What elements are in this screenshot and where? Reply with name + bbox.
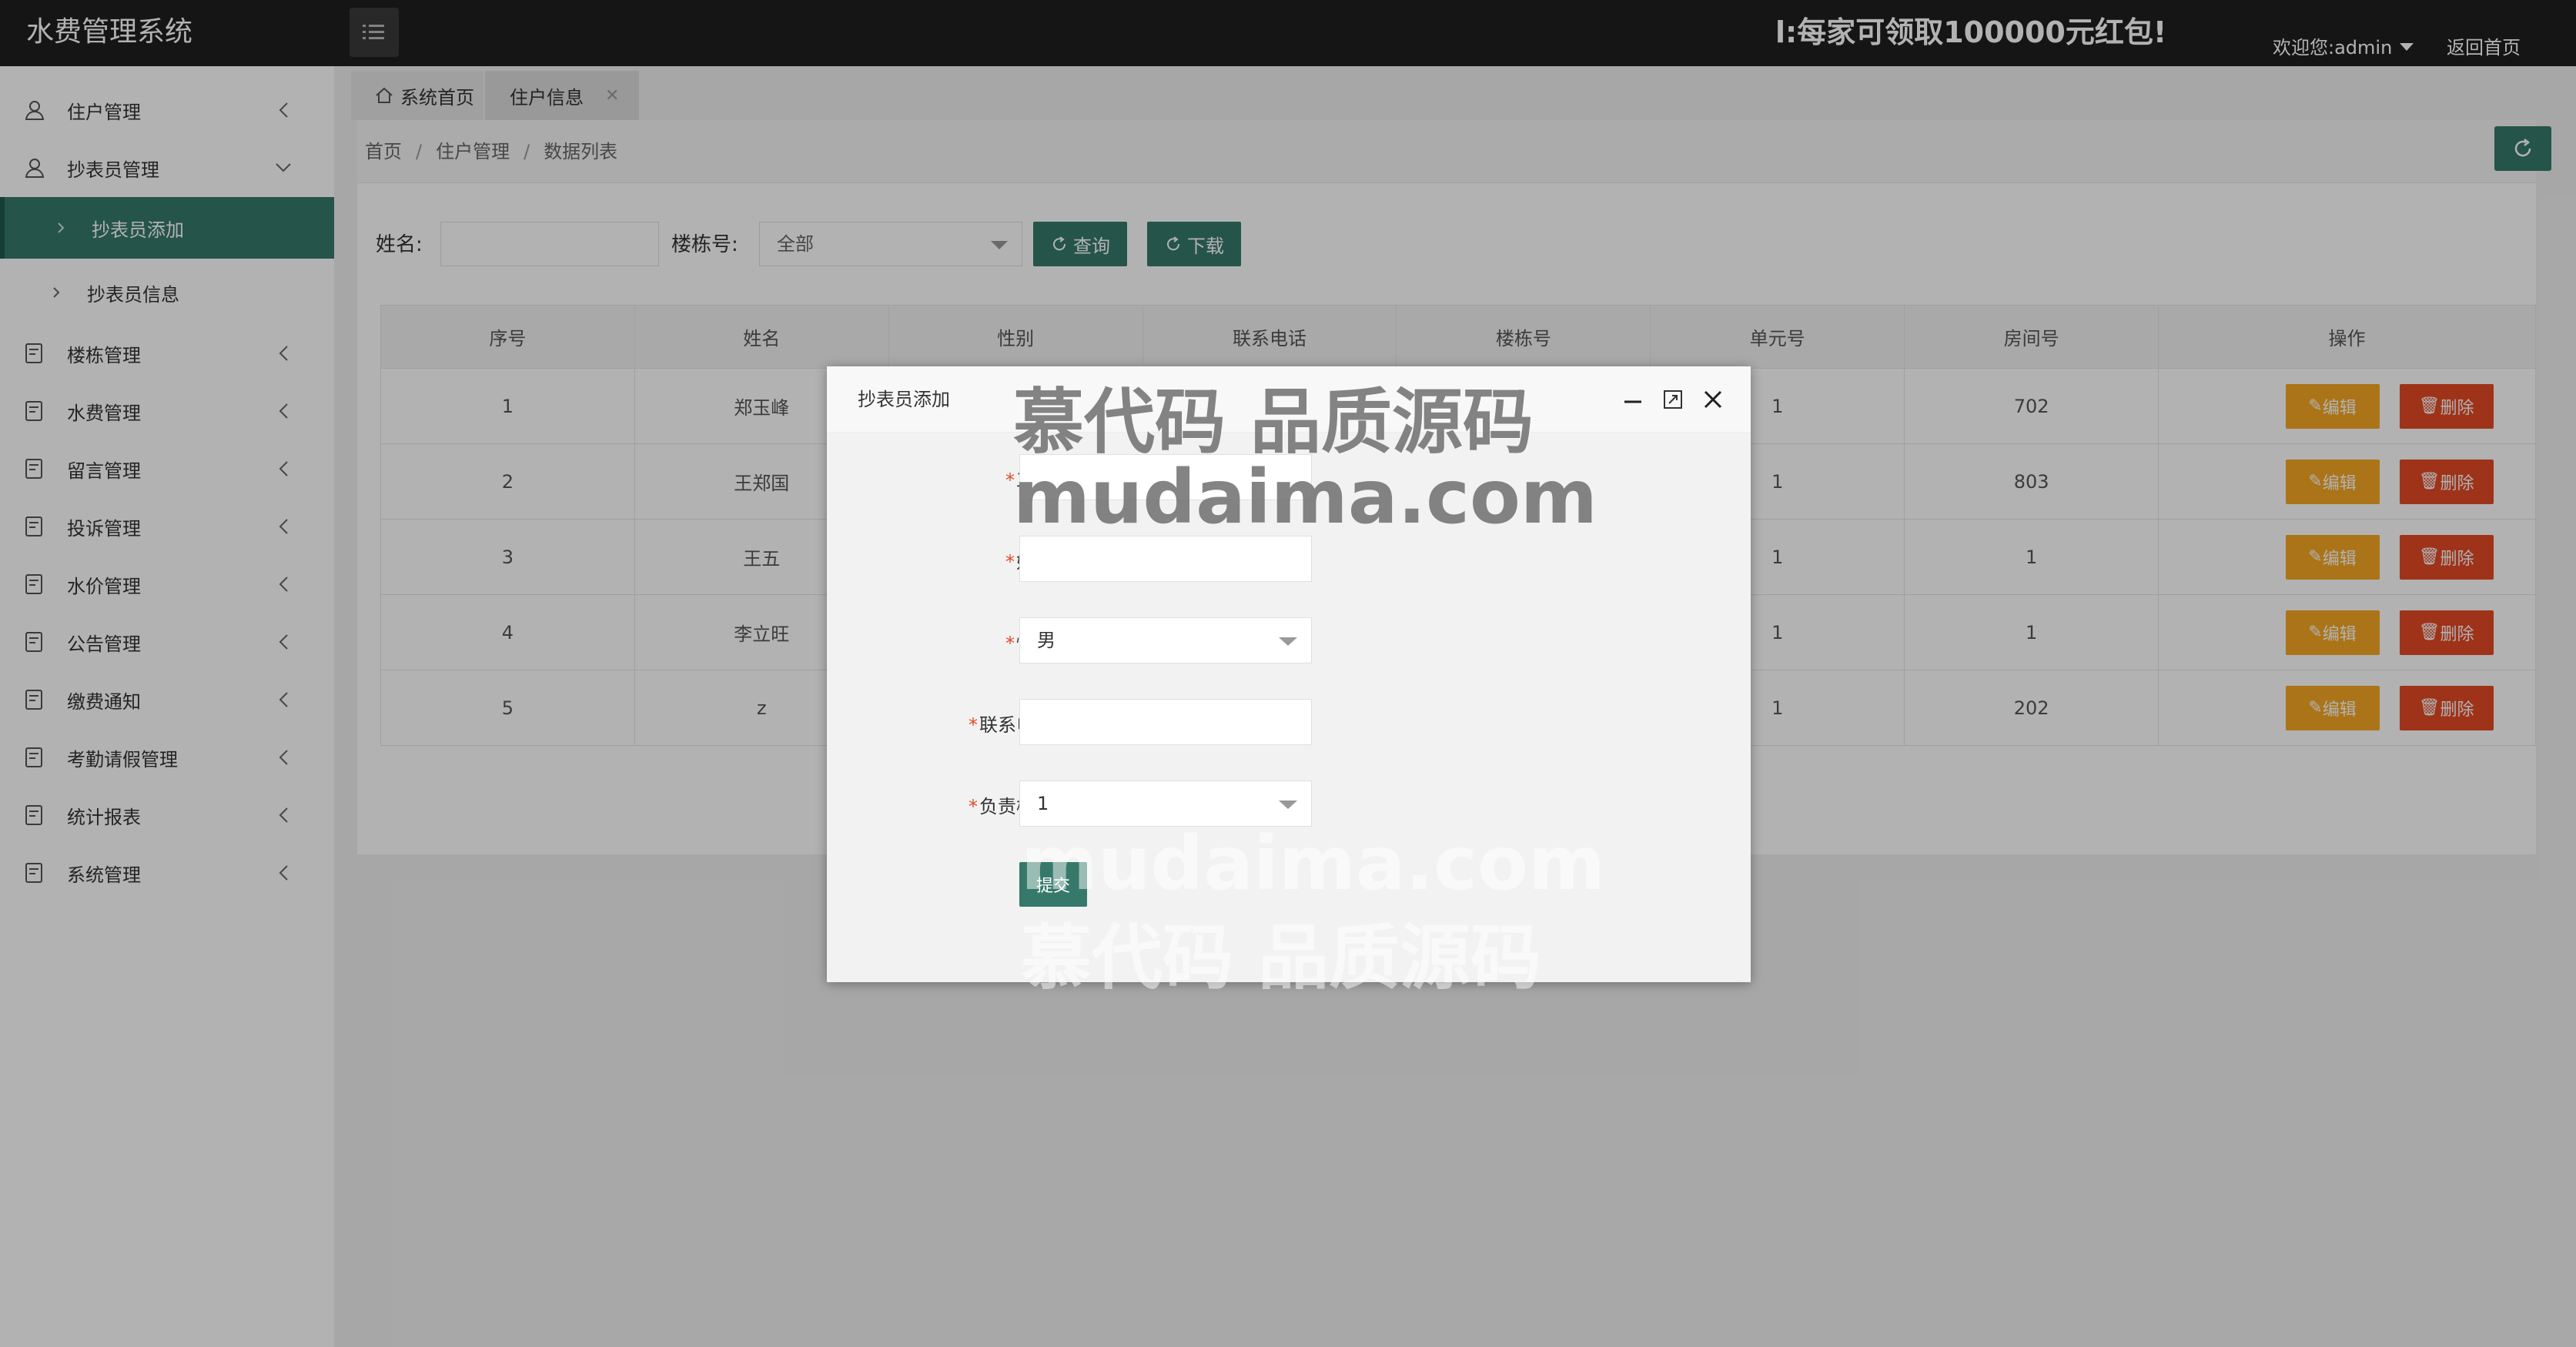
gender-select[interactable]: 男: [1019, 617, 1312, 663]
name-input[interactable]: [1019, 536, 1312, 582]
maximize-icon[interactable]: [1660, 386, 1686, 413]
building-select[interactable]: 1: [1019, 780, 1312, 827]
caret-down-icon: [1279, 637, 1297, 646]
close-icon[interactable]: [1700, 386, 1726, 413]
form-row-gender: *性别 男: [827, 617, 1751, 663]
building-value: 1: [1037, 793, 1049, 814]
phone-input[interactable]: [1019, 699, 1312, 745]
watermark-text: mudaima.com: [1013, 454, 1597, 540]
form-row-phone: *联系电话: [827, 699, 1751, 745]
dialog-title: 抄表员添加: [858, 389, 950, 410]
minimize-icon[interactable]: [1620, 386, 1646, 413]
watermark-text: 慕代码 品质源码: [1013, 381, 1534, 463]
form-row-name: *姓名: [827, 536, 1751, 582]
watermark-text: mudaima.com: [1021, 821, 1605, 907]
form-row-building: *负责楼栋 1: [827, 780, 1751, 827]
watermark-text: 慕代码 品质源码: [1021, 917, 1542, 999]
caret-down-icon: [1279, 801, 1297, 809]
gender-value: 男: [1037, 630, 1055, 651]
